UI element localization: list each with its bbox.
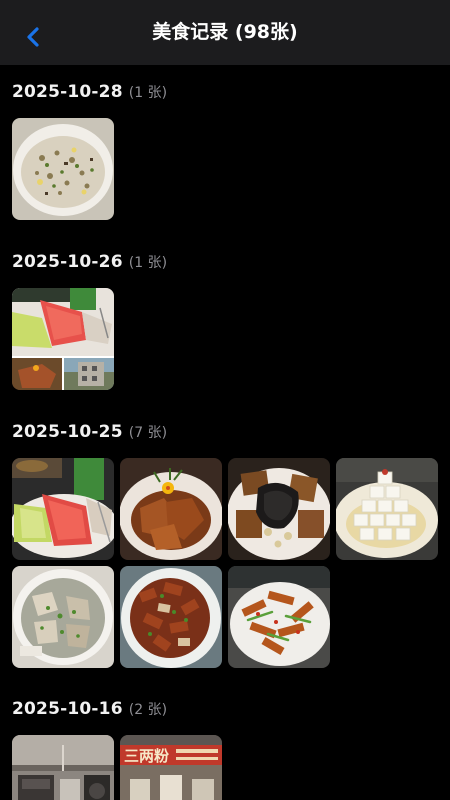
date-section: 2025-10-26 (1 张) [12, 247, 442, 390]
restaurant-sign-text: 三两粉 [124, 747, 169, 765]
date-header: 2025-10-16 (2 张) [12, 694, 442, 724]
photo-grid [12, 288, 442, 390]
photo-thumbnail-restaurant[interactable]: 三两粉 [120, 735, 222, 800]
photo-grid [12, 118, 442, 220]
section-date: 2025-10-16 [12, 699, 123, 719]
chevron-left-icon [27, 27, 39, 47]
section-count: (1 张) [128, 85, 168, 101]
section-date: 2025-10-26 [12, 252, 123, 272]
photo-thumbnail-collage[interactable] [12, 288, 114, 390]
date-section: 2025-10-16 (2 张) 三两粉 [12, 694, 442, 800]
photo-thumbnail-fried-dish-greens[interactable] [228, 566, 330, 668]
photo-thumbnail-watermelon[interactable] [12, 458, 114, 560]
photo-thumbnail-tofu-tower[interactable] [336, 458, 438, 560]
date-section: 2025-10-25 (7 张) [12, 417, 442, 668]
date-section: 2025-10-28 (1 张) [12, 77, 442, 220]
page-title: 美食记录 (98张) [152, 21, 298, 43]
date-header: 2025-10-28 (1 张) [12, 77, 442, 107]
photo-thumbnail-stir-fried-meat[interactable] [120, 566, 222, 668]
date-header: 2025-10-25 (7 张) [12, 417, 442, 447]
photo-thumbnail-pork-bone-soup[interactable] [12, 566, 114, 668]
section-date: 2025-10-25 [12, 422, 123, 442]
section-count: (7 张) [128, 425, 168, 441]
photo-thumbnail-kitchen[interactable] [12, 735, 114, 800]
back-button[interactable] [18, 22, 48, 52]
top-nav-bar: 美食记录 (98张) [0, 0, 450, 65]
section-date: 2025-10-28 [12, 82, 123, 102]
section-count: (2 张) [128, 702, 168, 718]
photo-thumbnail-braised-pork[interactable] [120, 458, 222, 560]
photo-grid [12, 458, 442, 668]
section-count: (1 张) [128, 255, 168, 271]
photo-grid: 三两粉 [12, 735, 442, 800]
photo-thumbnail-wood-ear-tofu[interactable] [228, 458, 330, 560]
photo-thumbnail-fried-rice[interactable] [12, 118, 114, 220]
photo-list[interactable]: 2025-10-28 (1 张) 2025-10-26 (1 张) 2025-1… [0, 65, 450, 800]
date-header: 2025-10-26 (1 张) [12, 247, 442, 277]
